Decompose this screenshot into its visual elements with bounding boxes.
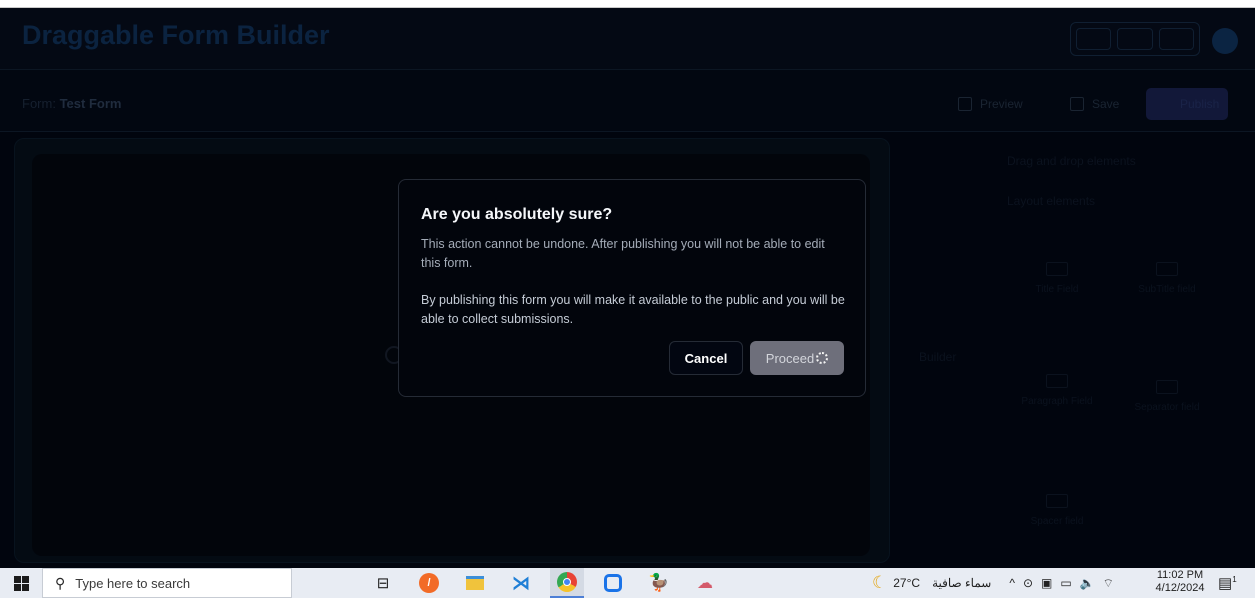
- vscode-icon[interactable]: ⋊: [504, 568, 538, 598]
- clock-time: 11:02 PM: [1156, 569, 1204, 581]
- dialog-note: By publishing this form you will make it…: [421, 293, 845, 326]
- taskbar-clock[interactable]: 11:02 PM 4/12/2024: [1148, 569, 1212, 595]
- proceed-label: Proceed: [765, 350, 815, 366]
- dialog-description: This action cannot be undone. After publ…: [421, 237, 825, 270]
- moon-icon: ☾: [872, 573, 888, 592]
- brain-app-icon[interactable]: ☁: [688, 568, 722, 598]
- taskbar-apps: ⊟ / ⋊ 🦆 ☁: [366, 568, 722, 598]
- search-placeholder: Type here to search: [75, 575, 191, 591]
- chevron-up-icon[interactable]: ^: [1009, 576, 1015, 590]
- proceed-button[interactable]: Proceed: [750, 341, 844, 375]
- cancel-label: Cancel: [684, 350, 728, 366]
- app-viewport: Draggable Form Builder Form: Test Form P…: [0, 8, 1255, 568]
- meet-now-icon[interactable]: ⊙: [1023, 576, 1033, 590]
- search-icon: ⚲: [55, 574, 66, 591]
- cancel-button[interactable]: Cancel: [669, 341, 743, 375]
- publish-confirm-dialog: Are you absolutely sure? This action can…: [398, 179, 866, 397]
- volume-icon[interactable]: 🔈: [1080, 576, 1095, 590]
- windows-logo-icon: [13, 575, 29, 591]
- windows-taskbar: ⚲ Type here to search ⊟ / ⋊ 🦆 ☁ ☾ 27°C س…: [0, 568, 1255, 598]
- clock-date: 4/12/2024: [1155, 582, 1205, 594]
- chrome-icon[interactable]: [550, 568, 584, 598]
- file-explorer-icon[interactable]: [458, 568, 492, 598]
- app-blue-icon[interactable]: [596, 568, 630, 598]
- dialog-title: Are you absolutely sure?: [421, 206, 613, 223]
- duck-app-icon[interactable]: 🦆: [642, 568, 676, 598]
- taskbar-search-box[interactable]: ⚲ Type here to search: [42, 568, 292, 598]
- weather-temp[interactable]: 27°C: [893, 576, 920, 590]
- wifi-icon[interactable]: ⌔: [1103, 576, 1114, 591]
- system-tray: ☾ 27°C سماء صافية ^ ⊙ ▣ ▭ 🔈 ⌔: [872, 568, 1114, 598]
- weather-text[interactable]: سماء صافية: [932, 576, 991, 590]
- notification-count: 1: [1232, 575, 1237, 584]
- task-view-icon[interactable]: ⊟: [366, 568, 400, 598]
- browser-top-edge: [0, 0, 1255, 8]
- brave-browser-icon[interactable]: /: [412, 568, 446, 598]
- loading-spinner-icon: [816, 352, 829, 364]
- notification-icon[interactable]: ▤1: [1218, 574, 1237, 592]
- tray-icons: ^ ⊙ ▣ ▭ 🔈 ⌔: [1009, 576, 1114, 591]
- start-button[interactable]: [0, 568, 42, 598]
- battery-icon[interactable]: ▭: [1060, 576, 1071, 590]
- security-icon[interactable]: ▣: [1041, 576, 1052, 590]
